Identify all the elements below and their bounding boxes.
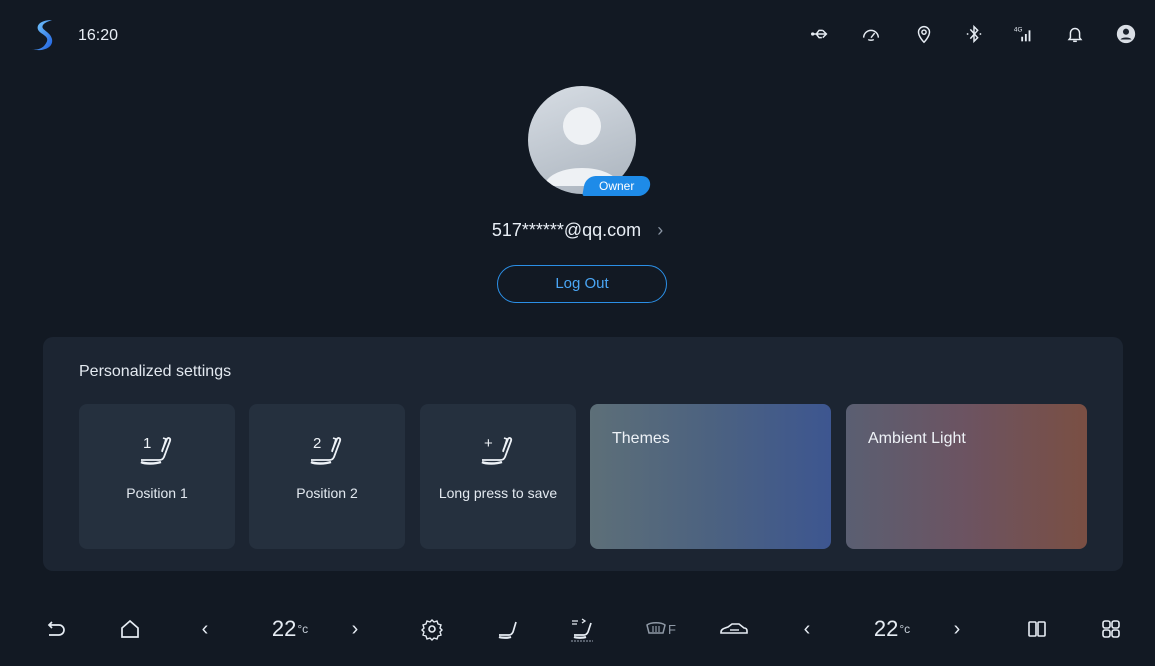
- back-button[interactable]: [40, 614, 70, 644]
- account-row[interactable]: 517******@qq.com ›: [0, 220, 1155, 241]
- panel-title: Personalized settings: [79, 363, 232, 380]
- right-temp-value: 22: [873, 616, 899, 641]
- seat-save-button[interactable]: + Long press to save: [420, 404, 576, 549]
- status-bar: 16:20 4G: [0, 0, 1155, 70]
- split-screen-icon: [1028, 621, 1046, 637]
- themes-card[interactable]: Themes: [590, 404, 831, 549]
- svg-text:2: 2: [313, 435, 321, 452]
- seat-position-1-button[interactable]: 1 Position 1: [79, 404, 235, 549]
- account-email: 517******@qq.com: [491, 220, 642, 240]
- airflow-seat-icon: [571, 618, 593, 642]
- bottom-dock: ‹ 22 °c › F ‹ 22 °c ›: [0, 602, 1155, 666]
- brand-logo-icon[interactable]: [30, 18, 60, 52]
- bluetooth-icon: [962, 22, 986, 46]
- personalized-settings-panel: Personalized settings 1 Position 1 2 Pos…: [43, 337, 1123, 571]
- ambient-light-label: Ambient Light: [868, 430, 966, 447]
- signal-4g-icon: 4G: [1012, 22, 1036, 46]
- owner-badge: Owner: [582, 176, 652, 196]
- seat-button[interactable]: [493, 614, 523, 644]
- profile-avatar[interactable]: Owner: [528, 86, 652, 196]
- seat-save-label: Long press to save: [438, 485, 558, 501]
- rear-defrost-button[interactable]: F: [640, 614, 680, 644]
- seat-position-2-label: Position 2: [296, 485, 358, 501]
- app-grid-icon: [1102, 620, 1120, 638]
- seat-icon: [498, 621, 517, 639]
- left-temp-decrease-button[interactable]: ‹: [195, 614, 215, 644]
- left-temperature[interactable]: 22 °c: [265, 614, 315, 644]
- back-arrow-icon: [47, 621, 65, 636]
- seat-save-icon: +: [478, 432, 518, 468]
- vehicle-button[interactable]: [717, 614, 751, 644]
- chevron-right-icon: ›: [657, 220, 664, 240]
- left-temp-unit: °c: [297, 622, 309, 636]
- svg-text:1: 1: [143, 435, 151, 452]
- airflow-button[interactable]: [565, 614, 599, 644]
- home-button[interactable]: [115, 614, 145, 644]
- rear-defrost-icon: [646, 622, 666, 634]
- gear-icon: [421, 619, 443, 641]
- home-icon: [121, 619, 139, 638]
- seat-position-1-icon: 1: [137, 432, 177, 468]
- seat-position-1-label: Position 1: [126, 485, 188, 501]
- left-temp-increase-button[interactable]: ›: [345, 614, 365, 644]
- settings-button[interactable]: [417, 614, 447, 644]
- seat-position-2-icon: 2: [307, 432, 347, 468]
- speed-limit-icon: [859, 22, 883, 46]
- ambient-light-card[interactable]: Ambient Light: [846, 404, 1087, 549]
- svg-text:+: +: [484, 435, 493, 452]
- logout-button[interactable]: Log Out: [497, 265, 667, 303]
- right-temp-increase-button[interactable]: ›: [947, 614, 967, 644]
- notification-bell-icon[interactable]: [1063, 22, 1087, 46]
- usb-icon: [808, 22, 832, 46]
- location-icon: [912, 22, 936, 46]
- left-temp-value: 22: [271, 616, 297, 641]
- car-icon: [720, 623, 748, 634]
- right-temp-unit: °c: [899, 622, 911, 636]
- right-temp-decrease-button[interactable]: ‹: [797, 614, 817, 644]
- split-screen-button[interactable]: [1022, 614, 1052, 644]
- signal-4g-label: 4G: [1014, 26, 1023, 33]
- rear-defrost-label: F: [668, 621, 676, 637]
- seat-position-2-button[interactable]: 2 Position 2: [249, 404, 405, 549]
- user-account-icon[interactable]: [1114, 22, 1138, 46]
- status-time: 16:20: [78, 27, 119, 44]
- screen: 16:20 4G Owner 517******@qq.com › Log Ou…: [0, 0, 1155, 666]
- app-grid-button[interactable]: [1096, 614, 1126, 644]
- themes-label: Themes: [612, 430, 670, 447]
- right-temperature[interactable]: 22 °c: [867, 614, 917, 644]
